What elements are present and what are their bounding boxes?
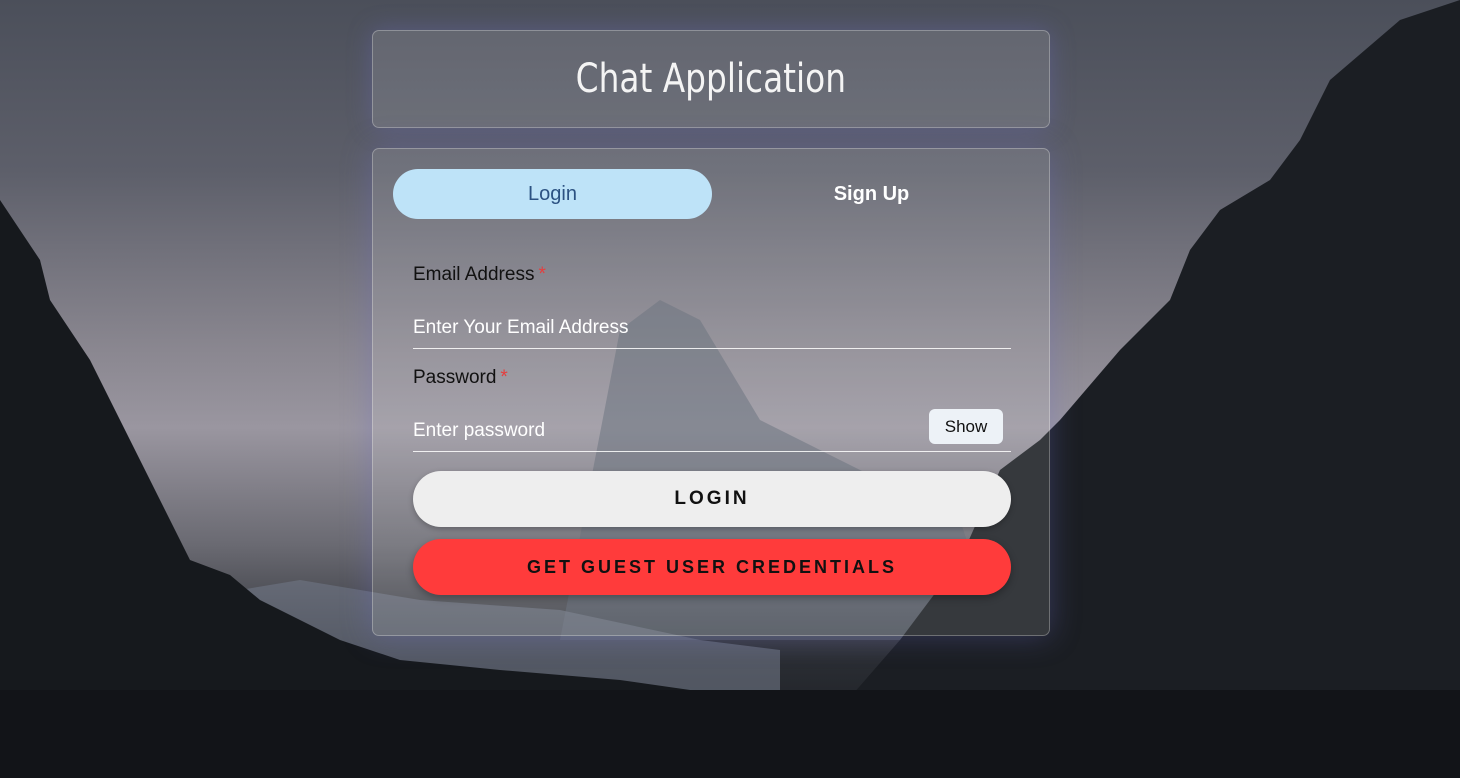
- guest-credentials-button[interactable]: GET GUEST USER CREDENTIALS: [413, 539, 1011, 595]
- auth-card: Login Sign Up Email Address* Password* S…: [372, 148, 1050, 636]
- email-required-mark: *: [538, 264, 546, 285]
- email-label: Email Address *: [413, 264, 546, 286]
- app-title: Chat Application: [575, 56, 847, 102]
- password-required-mark: *: [500, 367, 508, 388]
- tab-sign-up[interactable]: Sign Up: [712, 169, 1031, 219]
- auth-tabs: Login Sign Up: [393, 169, 1031, 219]
- email-label-text: Email Address: [413, 264, 535, 285]
- password-label-text: Password: [413, 367, 497, 388]
- login-button[interactable]: LOGIN: [413, 471, 1011, 527]
- password-input[interactable]: [413, 410, 1011, 452]
- email-input[interactable]: [413, 307, 1011, 349]
- show-password-button[interactable]: Show: [929, 409, 1003, 444]
- app-header-card: Chat Application: [372, 30, 1050, 128]
- password-label: Password *: [413, 367, 508, 389]
- tab-login[interactable]: Login: [393, 169, 712, 219]
